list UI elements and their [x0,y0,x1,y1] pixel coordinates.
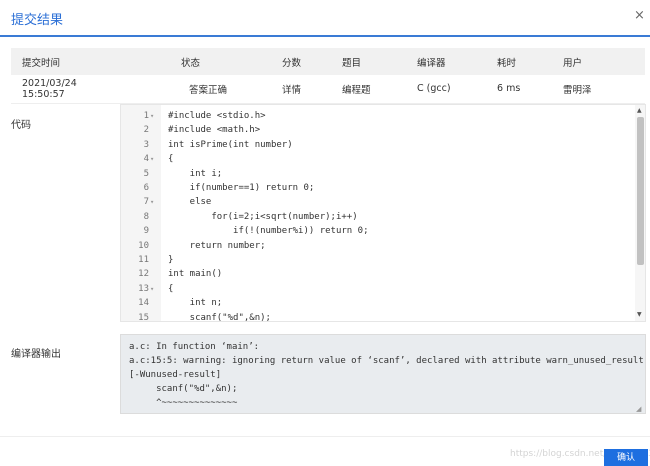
code-line: 2 #include <math.h> [121,123,637,137]
scroll-up-icon[interactable]: ▲ [637,107,642,114]
code-line: 4 ▾ { [121,152,637,166]
code-text: int n; [168,298,223,309]
code-text: int main() [168,269,223,280]
code-line: 7 ▾ else [121,195,637,209]
code-line: 1 ▾ #include <stdio.h> [121,109,637,123]
line-number: 2 [143,125,149,136]
details-link[interactable]: 详情 [271,75,331,104]
submit-result-dialog: 提交结果 × 提交时间 状态 分数 题目 编译器 耗时 用户 2021/03/2… [0,0,650,466]
line-number: 1 [143,111,149,121]
code-line: 13 ▾ { [121,282,637,296]
code-text: } [168,255,174,265]
code-text: { [168,283,174,294]
header-time-cost: 耗时 [486,48,552,75]
line-number: 15 [138,312,149,322]
compiler-output[interactable]: a.c: In function ‘main’: a.c:15:5: warni… [120,334,646,414]
resize-handle-icon[interactable]: ◢ [636,405,641,413]
fold-icon[interactable]: ▾ [150,282,154,296]
code-line: 11} [121,253,637,267]
scroll-down-icon[interactable]: ▼ [637,311,642,318]
compiler-output-label: 编译器输出 [11,349,61,360]
code-line: 10 return number; [121,239,637,253]
code-text: int isPrime(int number) [168,139,293,150]
cell-submit-time: 2021/03/24 15:50:57 [11,75,97,104]
header-user: 用户 [552,48,645,75]
dialog-header: 提交结果 × [0,0,650,37]
confirm-button[interactable]: 确认 [604,449,648,466]
code-scrollbar[interactable]: ▲ ▼ [635,105,645,321]
line-number: 8 [143,211,149,222]
table-header-row: 提交时间 状态 分数 题目 编译器 耗时 用户 [11,48,645,75]
code-label: 代码 [11,120,31,131]
code-line: 14 int n; [121,296,637,310]
line-number: 9 [143,226,149,237]
fold-icon[interactable]: ▾ [150,109,154,123]
scroll-thumb[interactable] [637,117,644,265]
fold-icon[interactable]: ▾ [150,195,154,209]
result-table: 提交时间 状态 分数 题目 编译器 耗时 用户 2021/03/24 15:50… [11,48,645,104]
code-viewer[interactable]: 1 ▾ #include <stdio.h> 2 #include <math.h> 3 i… [120,104,646,322]
dialog-title: 提交结果 [11,13,64,28]
line-number: 6 [143,183,149,193]
code-text: int i; [168,168,223,179]
table-row: 2021/03/24 15:50:57 答案正确 详情 编程题 C (gcc) … [11,75,645,104]
code-text: { [168,154,174,165]
header-submit-time: 提交时间 [11,48,97,75]
line-number: 4 [143,154,149,165]
code-line: 12 int main() [121,267,637,281]
line-number: 7 [143,197,149,208]
header-score: 分数 [271,48,331,75]
code-line: 5 int i; [121,167,637,181]
cell-user: 雷明泽 [552,75,645,104]
code-line: 9 if(!(number%i)) return 0; [121,224,637,238]
code-line: 15 scanf("%d",&n); [121,311,637,322]
line-number: 10 [138,240,149,251]
code-text: #include <math.h> [168,125,261,136]
code-line: 8 for(i=2;i<sqrt(number);i++) [121,210,637,224]
cell-compiler: C (gcc) [406,75,486,104]
code-line: 3 int isPrime(int number) [121,138,637,152]
line-number: 3 [143,139,149,150]
fold-icon[interactable]: ▾ [150,152,154,166]
line-number: 5 [143,168,149,179]
header-compiler: 编译器 [406,48,486,75]
code-text: else [168,197,212,208]
code-text: if(!(number%i)) return 0; [168,226,369,237]
cell-time-cost: 6 ms [486,75,552,104]
code-line: 6 if(number==1) return 0; [121,181,637,195]
close-icon[interactable]: × [634,9,645,23]
code-text: if(number==1) return 0; [168,183,315,193]
code-text: #include <stdio.h> [168,111,266,121]
line-number: 13 [138,283,149,294]
header-problem: 题目 [331,48,406,75]
code-text: return number; [168,240,266,251]
code-text: for(i=2;i<sqrt(number);i++) [168,211,358,222]
line-number: 14 [138,298,149,309]
header-status: 状态 [97,48,271,75]
cell-problem: 编程题 [331,75,406,104]
status-badge: 答案正确 [97,75,271,104]
line-number: 11 [138,255,149,265]
code-text: scanf("%d",&n); [168,312,271,322]
line-number: 12 [138,269,149,280]
